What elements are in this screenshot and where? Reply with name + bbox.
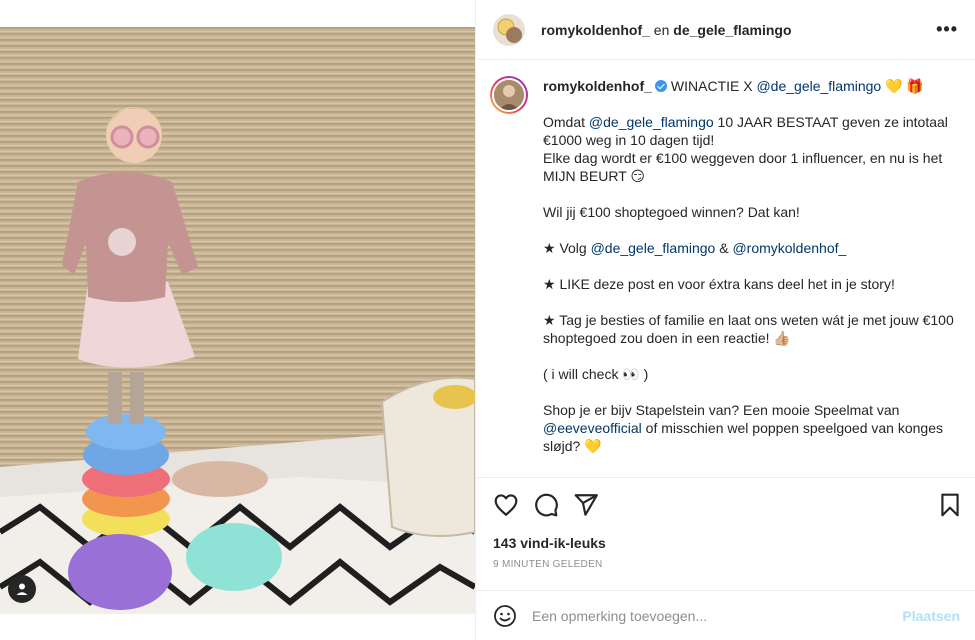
header-username-2[interactable]: de_gele_flamingo — [673, 22, 791, 38]
bottom-gap — [0, 614, 475, 640]
header-usernames: romykoldenhof_ en de_gele_flamingo — [541, 22, 792, 38]
caption-p1-text-a: Omdat — [543, 114, 589, 130]
post-photo[interactable] — [0, 27, 475, 614]
caption-paragraph-2: Elke dag wordt er €100 weggeven door 1 i… — [543, 150, 947, 184]
caption-p4-text-b: & — [715, 240, 733, 256]
comment-bubble-icon[interactable] — [533, 492, 559, 518]
caption-paragraph-6: ★ Tag je besties of familie en laat ons … — [543, 312, 958, 346]
caption-text: romykoldenhof_ WINACTIE X @de_gele_flamin… — [543, 76, 960, 455]
share-send-icon[interactable] — [573, 492, 599, 518]
caption-p4-text-a: ★ Volg — [543, 240, 591, 256]
caption-p8-mention[interactable]: @eeveveofficial — [543, 420, 642, 436]
comment-input[interactable] — [532, 605, 882, 627]
caption-paragraph-5: ★ LIKE deze post en voor éxtra kans deel… — [543, 276, 895, 292]
like-heart-icon[interactable] — [493, 492, 519, 518]
header-connector: en — [653, 21, 670, 38]
post-photo-illustration — [0, 27, 475, 614]
caption-title-mention[interactable]: @de_gele_flamingo — [756, 78, 881, 94]
caption-paragraph-4: ★ Volg @de_gele_flamingo & @romykoldenho… — [543, 239, 960, 257]
post-timestamp[interactable]: 9 MINUTEN GELEDEN — [493, 559, 603, 570]
caption-p4-mention-1[interactable]: @de_gele_flamingo — [591, 240, 716, 256]
verified-badge-icon — [654, 80, 667, 92]
caption-p4-mention-2[interactable]: @romykoldenhof_ — [732, 240, 846, 256]
avatar-image — [494, 14, 524, 45]
tagged-users-button[interactable] — [8, 575, 36, 603]
caption-username[interactable]: romykoldenhof_ — [543, 78, 652, 94]
emoji-icon[interactable] — [493, 604, 517, 628]
header-avatar[interactable] — [493, 13, 525, 46]
caption-title-line: romykoldenhof_ WINACTIE X @de_gele_flamin… — [543, 77, 960, 95]
more-dots-icon[interactable]: ••• — [936, 19, 958, 40]
caption-paragraph-7: ( i will check 👀 ) — [543, 366, 649, 382]
save-bookmark-icon[interactable] — [937, 492, 963, 518]
top-gap — [0, 0, 475, 27]
comment-bar: Plaatsen — [476, 590, 975, 640]
post-caption: romykoldenhof_ WINACTIE X @de_gele_flamin… — [476, 60, 975, 478]
post-side-panel: romykoldenhof_ en de_gele_flamingo ••• r… — [475, 0, 975, 640]
like-count[interactable]: 143 vind-ik-leuks — [493, 535, 606, 551]
caption-paragraph-3: Wil jij €100 shoptegoed winnen? Dat kan! — [543, 204, 800, 220]
caption-paragraph-1: Omdat @de_gele_flamingo 10 JAAR BESTAAT … — [543, 113, 960, 149]
caption-title-emoji: 💛 🎁 — [885, 78, 924, 94]
caption-p8-text-a: Shop je er bijv Stapelstein van? Een moo… — [543, 402, 904, 418]
header-username-1[interactable]: romykoldenhof_ — [541, 22, 650, 38]
post-header: romykoldenhof_ en de_gele_flamingo ••• — [476, 0, 975, 60]
caption-avatar-image — [494, 80, 524, 110]
caption-title: WINACTIE X — [670, 78, 753, 94]
caption-avatar[interactable] — [490, 76, 528, 114]
caption-paragraph-8: Shop je er bijv Stapelstein van? Een moo… — [543, 401, 960, 455]
post-actions — [476, 479, 975, 529]
caption-p1-mention[interactable]: @de_gele_flamingo — [589, 114, 714, 130]
instagram-post-view: romykoldenhof_ en de_gele_flamingo ••• r… — [0, 0, 975, 640]
post-comment-button[interactable]: Plaatsen — [902, 608, 960, 624]
user-tag-icon — [16, 583, 28, 595]
